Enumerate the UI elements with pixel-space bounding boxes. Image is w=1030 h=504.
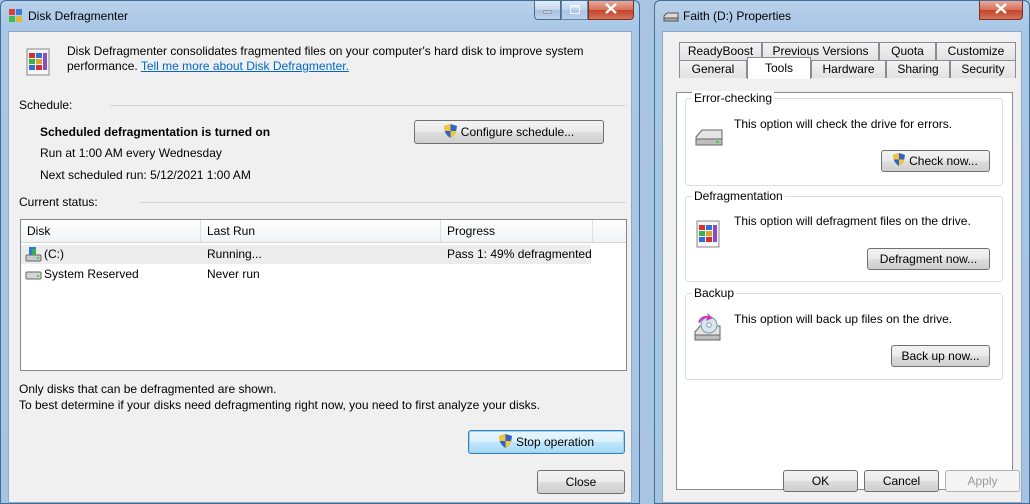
error-checking-title: Error-checking xyxy=(692,91,775,105)
tab-general[interactable]: General xyxy=(679,60,747,78)
defragmenter-window: Disk Defragmenter Disk Defragmenter cons… xyxy=(0,0,640,504)
close-window-button[interactable] xyxy=(979,1,1023,20)
backup-group: Backup This option will back up files on… xyxy=(685,286,1003,380)
check-now-button[interactable]: Check now... xyxy=(881,150,990,172)
configure-schedule-button[interactable]: Configure schedule... xyxy=(414,120,604,144)
next-scheduled-run: Next scheduled run: 5/12/2021 1:00 AM xyxy=(40,168,251,182)
tools-tab-panel: Error-checking This option will check th… xyxy=(676,91,1013,490)
disk-last-run: Never run xyxy=(207,267,260,281)
configure-schedule-label: Configure schedule... xyxy=(460,125,575,139)
disk-list[interactable]: Disk Last Run Progress (C:) Running... P… xyxy=(20,219,627,371)
title-bar[interactable]: Disk Defragmenter xyxy=(1,1,639,31)
defragmentation-title: Defragmentation xyxy=(692,189,785,203)
schedule-status: Scheduled defragmentation is turned on xyxy=(40,125,271,139)
backup-title: Backup xyxy=(692,286,737,300)
description-line-1: Disk Defragmenter consolidates fragmente… xyxy=(67,44,584,58)
stop-operation-label: Stop operation xyxy=(515,435,595,449)
error-checking-group: Error-checking This option will check th… xyxy=(685,91,1003,186)
note-line-2: To best determine if your disks need def… xyxy=(19,398,540,412)
minimize-button[interactable] xyxy=(534,1,561,20)
defragmenter-client-area: Disk Defragmenter consolidates fragmente… xyxy=(8,31,632,503)
properties-client-area: ReadyBoost Previous Versions Quota Custo… xyxy=(662,31,1022,503)
tab-hardware[interactable]: Hardware xyxy=(811,60,886,78)
cancel-button[interactable]: Cancel xyxy=(864,470,939,492)
back-up-now-button[interactable]: Back up now... xyxy=(891,345,990,367)
properties-window: Faith (D:) Properties ReadyBoost Previou… xyxy=(654,0,1030,504)
disk-progress: Pass 1: 49% defragmented xyxy=(447,247,592,261)
ok-button[interactable]: OK xyxy=(783,470,858,492)
tab-sharing[interactable]: Sharing xyxy=(886,60,950,78)
maximize-icon xyxy=(569,3,580,17)
column-disk[interactable]: Disk xyxy=(21,220,201,242)
window-title: Faith (D:) Properties xyxy=(683,9,792,23)
tab-tools[interactable]: Tools xyxy=(747,57,811,79)
defragmenter-large-icon xyxy=(24,45,52,80)
defragment-now-button[interactable]: Defragment now... xyxy=(867,248,990,270)
current-status-label: Current status: xyxy=(19,195,98,209)
table-row[interactable]: (C:) Running... Pass 1: 49% defragmented xyxy=(21,245,592,264)
defragmenter-icon xyxy=(9,9,23,26)
hard-drive-icon xyxy=(25,267,42,288)
schedule-label: Schedule: xyxy=(19,98,73,112)
stop-operation-button[interactable]: Stop operation xyxy=(468,430,625,454)
description-text: performance. xyxy=(67,59,138,73)
description-line-2: performance. Tell me more about Disk Def… xyxy=(67,59,349,73)
disk-name: (C:) xyxy=(44,247,64,261)
hard-drive-icon xyxy=(694,127,724,152)
tab-quota[interactable]: Quota xyxy=(879,42,936,60)
close-icon xyxy=(605,3,617,17)
close-icon xyxy=(995,3,1007,17)
apply-button[interactable]: Apply xyxy=(945,470,1020,492)
title-bar[interactable]: Faith (D:) Properties xyxy=(655,1,1029,31)
column-last-run[interactable]: Last Run xyxy=(201,220,441,242)
uac-shield-icon xyxy=(893,153,906,169)
defragmentation-text: This option will defragment files on the… xyxy=(734,214,971,228)
learn-more-link[interactable]: Tell me more about Disk Defragmenter. xyxy=(141,59,349,73)
column-progress[interactable]: Progress xyxy=(441,220,593,242)
defragmenter-icon xyxy=(694,217,722,252)
close-button[interactable]: Close xyxy=(537,470,625,494)
disk-list-header: Disk Last Run Progress xyxy=(21,220,626,243)
disk-last-run: Running... xyxy=(207,247,262,261)
schedule-divider xyxy=(110,105,626,106)
status-divider xyxy=(139,202,626,203)
uac-shield-icon xyxy=(498,433,512,451)
error-checking-text: This option will check the drive for err… xyxy=(734,117,953,131)
tab-security[interactable]: Security xyxy=(950,60,1016,78)
note-line-1: Only disks that can be defragmented are … xyxy=(19,382,277,396)
backup-icon xyxy=(692,312,724,347)
schedule-run-at: Run at 1:00 AM every Wednesday xyxy=(40,146,222,160)
tab-customize[interactable]: Customize xyxy=(936,42,1016,60)
backup-text: This option will back up files on the dr… xyxy=(734,312,953,326)
uac-shield-icon xyxy=(443,123,457,141)
drive-icon xyxy=(663,11,679,25)
table-row[interactable]: System Reserved Never run xyxy=(21,265,626,284)
close-window-button[interactable] xyxy=(588,1,634,20)
defragmentation-group: Defragmentation This option will defragm… xyxy=(685,189,1003,282)
minimize-icon xyxy=(542,3,553,17)
window-title: Disk Defragmenter xyxy=(28,9,129,23)
maximize-button[interactable] xyxy=(561,1,588,20)
disk-name: System Reserved xyxy=(44,267,139,281)
check-now-label: Check now... xyxy=(909,154,978,168)
